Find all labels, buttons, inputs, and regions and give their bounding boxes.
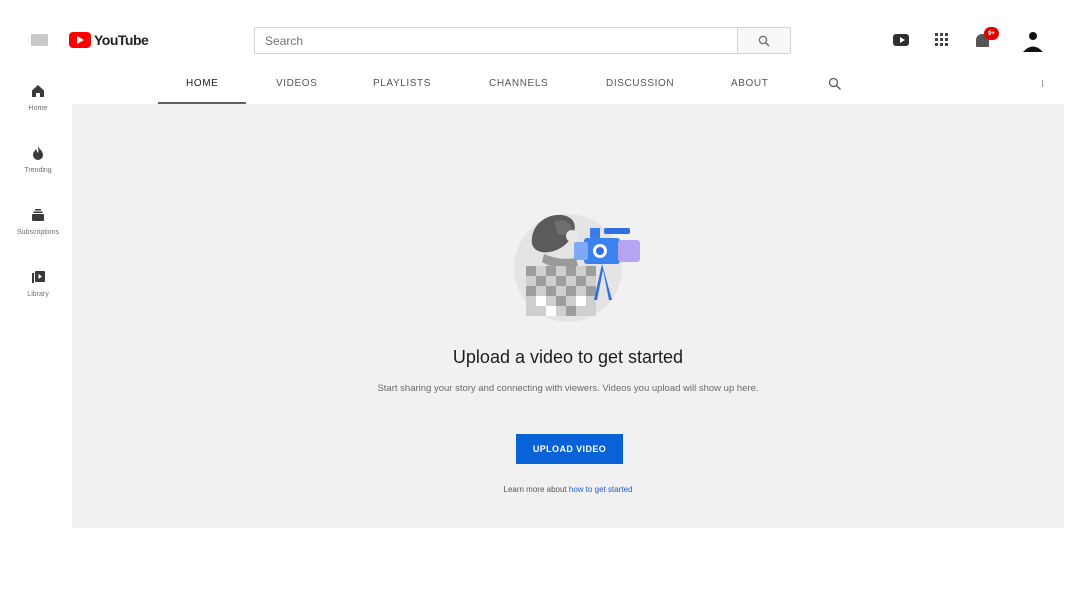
learn-more-prefix: Learn more about: [503, 485, 567, 494]
notification-badge: 9+: [984, 27, 999, 40]
empty-state-description: Start sharing your story and connecting …: [377, 383, 759, 394]
sidebar-item-label: Subscriptions: [16, 229, 60, 236]
tab-discussion[interactable]: Discussion: [606, 78, 674, 89]
search-icon: [758, 35, 770, 46]
sidebar-item-library[interactable]: Library: [0, 266, 76, 328]
sidebar: Home Trending Subscriptions Library: [0, 80, 76, 328]
search-bar: [254, 27, 791, 54]
sidebar-item-label: Trending: [24, 167, 52, 174]
learn-more-text: Learn more about how to get started: [72, 485, 1064, 494]
library-icon: [32, 271, 45, 283]
create-video-icon[interactable]: [893, 34, 909, 46]
youtube-play-icon: [69, 32, 91, 48]
sidebar-item-home[interactable]: Home: [0, 80, 76, 142]
sidebar-item-subscriptions[interactable]: Subscriptions: [0, 204, 76, 266]
home-icon: [32, 85, 44, 97]
top-right-icons: 9+: [880, 27, 1080, 54]
tab-channels[interactable]: Channels: [489, 78, 548, 89]
empty-state-headline: Upload a video to get started: [452, 347, 684, 367]
sidebar-item-label: Home: [28, 105, 48, 112]
channel-search-icon[interactable]: [828, 77, 842, 91]
tabs-scroll-right-icon[interactable]: [1042, 80, 1047, 87]
sidebar-item-label: Library: [27, 291, 49, 298]
search-input[interactable]: [255, 28, 737, 53]
youtube-logo[interactable]: YouTube: [69, 32, 149, 48]
tab-home[interactable]: Home: [186, 78, 218, 89]
search-button[interactable]: [737, 28, 790, 53]
subscriptions-icon: [32, 209, 44, 221]
apps-grid-icon[interactable]: [935, 33, 948, 46]
logo-text: YouTube: [94, 32, 149, 48]
channel-content-area: Upload a video to get started Start shar…: [72, 104, 1064, 528]
hamburger-menu-icon[interactable]: [31, 34, 48, 46]
tab-about[interactable]: About: [731, 78, 768, 89]
sidebar-item-trending[interactable]: Trending: [0, 142, 76, 204]
upload-illustration: [514, 214, 640, 322]
tab-playlists[interactable]: Playlists: [373, 78, 431, 89]
channel-tabs: Home Videos Playlists Channels Discussio…: [158, 68, 1058, 104]
upload-video-button[interactable]: Upload video: [516, 434, 623, 464]
learn-more-link[interactable]: how to get started: [569, 485, 633, 494]
trending-icon: [33, 146, 43, 160]
account-avatar[interactable]: [1020, 28, 1046, 54]
tab-videos[interactable]: Videos: [276, 78, 317, 89]
